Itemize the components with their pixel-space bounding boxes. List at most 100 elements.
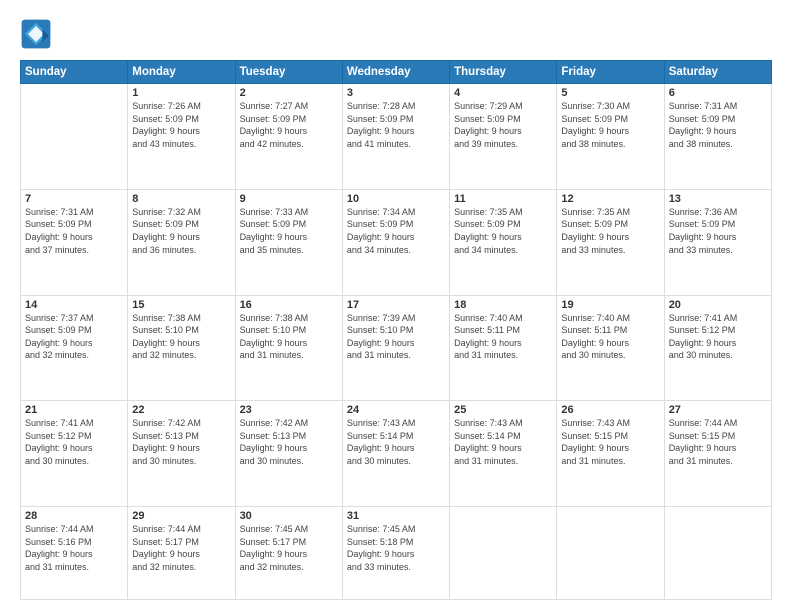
weekday-header-tuesday: Tuesday [235,61,342,84]
day-detail: Sunrise: 7:31 AM Sunset: 5:09 PM Dayligh… [669,100,767,150]
day-number: 4 [454,87,552,99]
day-number: 1 [132,87,230,99]
day-detail: Sunrise: 7:26 AM Sunset: 5:09 PM Dayligh… [132,100,230,150]
day-number: 24 [347,404,445,416]
weekday-header-thursday: Thursday [450,61,557,84]
calendar-cell: 26Sunrise: 7:43 AM Sunset: 5:15 PM Dayli… [557,401,664,507]
page: SundayMondayTuesdayWednesdayThursdayFrid… [0,0,792,612]
day-detail: Sunrise: 7:31 AM Sunset: 5:09 PM Dayligh… [25,206,123,256]
calendar-cell: 30Sunrise: 7:45 AM Sunset: 5:17 PM Dayli… [235,507,342,600]
calendar-cell [664,507,771,600]
weekday-header-wednesday: Wednesday [342,61,449,84]
day-number: 23 [240,404,338,416]
day-number: 16 [240,299,338,311]
calendar-cell: 14Sunrise: 7:37 AM Sunset: 5:09 PM Dayli… [21,295,128,401]
day-detail: Sunrise: 7:42 AM Sunset: 5:13 PM Dayligh… [132,417,230,467]
day-number: 2 [240,87,338,99]
day-number: 30 [240,510,338,522]
day-number: 7 [25,193,123,205]
day-detail: Sunrise: 7:32 AM Sunset: 5:09 PM Dayligh… [132,206,230,256]
day-detail: Sunrise: 7:35 AM Sunset: 5:09 PM Dayligh… [561,206,659,256]
day-detail: Sunrise: 7:44 AM Sunset: 5:16 PM Dayligh… [25,523,123,573]
calendar-cell: 3Sunrise: 7:28 AM Sunset: 5:09 PM Daylig… [342,84,449,190]
day-detail: Sunrise: 7:41 AM Sunset: 5:12 PM Dayligh… [669,312,767,362]
day-detail: Sunrise: 7:43 AM Sunset: 5:14 PM Dayligh… [347,417,445,467]
day-number: 28 [25,510,123,522]
calendar-cell: 2Sunrise: 7:27 AM Sunset: 5:09 PM Daylig… [235,84,342,190]
day-number: 15 [132,299,230,311]
day-number: 8 [132,193,230,205]
day-detail: Sunrise: 7:40 AM Sunset: 5:11 PM Dayligh… [454,312,552,362]
calendar-cell: 11Sunrise: 7:35 AM Sunset: 5:09 PM Dayli… [450,189,557,295]
day-detail: Sunrise: 7:43 AM Sunset: 5:15 PM Dayligh… [561,417,659,467]
calendar-cell: 10Sunrise: 7:34 AM Sunset: 5:09 PM Dayli… [342,189,449,295]
day-detail: Sunrise: 7:28 AM Sunset: 5:09 PM Dayligh… [347,100,445,150]
calendar-cell: 1Sunrise: 7:26 AM Sunset: 5:09 PM Daylig… [128,84,235,190]
calendar-header: SundayMondayTuesdayWednesdayThursdayFrid… [21,61,772,84]
day-number: 5 [561,87,659,99]
calendar-cell [21,84,128,190]
day-detail: Sunrise: 7:40 AM Sunset: 5:11 PM Dayligh… [561,312,659,362]
day-number: 13 [669,193,767,205]
day-number: 31 [347,510,445,522]
logo [20,18,56,50]
day-detail: Sunrise: 7:45 AM Sunset: 5:18 PM Dayligh… [347,523,445,573]
day-number: 22 [132,404,230,416]
calendar-week-3: 21Sunrise: 7:41 AM Sunset: 5:12 PM Dayli… [21,401,772,507]
calendar-cell: 16Sunrise: 7:38 AM Sunset: 5:10 PM Dayli… [235,295,342,401]
calendar-cell [450,507,557,600]
calendar-cell: 24Sunrise: 7:43 AM Sunset: 5:14 PM Dayli… [342,401,449,507]
logo-icon [20,18,52,50]
calendar-table: SundayMondayTuesdayWednesdayThursdayFrid… [20,60,772,600]
day-detail: Sunrise: 7:30 AM Sunset: 5:09 PM Dayligh… [561,100,659,150]
calendar-cell: 12Sunrise: 7:35 AM Sunset: 5:09 PM Dayli… [557,189,664,295]
day-number: 17 [347,299,445,311]
day-detail: Sunrise: 7:39 AM Sunset: 5:10 PM Dayligh… [347,312,445,362]
day-detail: Sunrise: 7:37 AM Sunset: 5:09 PM Dayligh… [25,312,123,362]
day-number: 18 [454,299,552,311]
day-detail: Sunrise: 7:45 AM Sunset: 5:17 PM Dayligh… [240,523,338,573]
header [20,18,772,50]
day-number: 9 [240,193,338,205]
day-detail: Sunrise: 7:29 AM Sunset: 5:09 PM Dayligh… [454,100,552,150]
calendar-cell: 28Sunrise: 7:44 AM Sunset: 5:16 PM Dayli… [21,507,128,600]
calendar-cell: 18Sunrise: 7:40 AM Sunset: 5:11 PM Dayli… [450,295,557,401]
calendar-cell: 31Sunrise: 7:45 AM Sunset: 5:18 PM Dayli… [342,507,449,600]
weekday-header-saturday: Saturday [664,61,771,84]
day-detail: Sunrise: 7:33 AM Sunset: 5:09 PM Dayligh… [240,206,338,256]
day-detail: Sunrise: 7:38 AM Sunset: 5:10 PM Dayligh… [240,312,338,362]
day-number: 11 [454,193,552,205]
calendar-cell: 4Sunrise: 7:29 AM Sunset: 5:09 PM Daylig… [450,84,557,190]
day-number: 10 [347,193,445,205]
day-number: 26 [561,404,659,416]
calendar-week-4: 28Sunrise: 7:44 AM Sunset: 5:16 PM Dayli… [21,507,772,600]
day-detail: Sunrise: 7:43 AM Sunset: 5:14 PM Dayligh… [454,417,552,467]
calendar-cell: 25Sunrise: 7:43 AM Sunset: 5:14 PM Dayli… [450,401,557,507]
calendar-cell: 6Sunrise: 7:31 AM Sunset: 5:09 PM Daylig… [664,84,771,190]
day-number: 20 [669,299,767,311]
day-detail: Sunrise: 7:44 AM Sunset: 5:17 PM Dayligh… [132,523,230,573]
calendar-cell: 27Sunrise: 7:44 AM Sunset: 5:15 PM Dayli… [664,401,771,507]
day-number: 21 [25,404,123,416]
calendar-cell: 23Sunrise: 7:42 AM Sunset: 5:13 PM Dayli… [235,401,342,507]
calendar-cell: 19Sunrise: 7:40 AM Sunset: 5:11 PM Dayli… [557,295,664,401]
calendar-cell: 5Sunrise: 7:30 AM Sunset: 5:09 PM Daylig… [557,84,664,190]
day-number: 29 [132,510,230,522]
calendar-week-2: 14Sunrise: 7:37 AM Sunset: 5:09 PM Dayli… [21,295,772,401]
day-detail: Sunrise: 7:42 AM Sunset: 5:13 PM Dayligh… [240,417,338,467]
calendar-cell: 15Sunrise: 7:38 AM Sunset: 5:10 PM Dayli… [128,295,235,401]
day-number: 19 [561,299,659,311]
day-number: 27 [669,404,767,416]
day-detail: Sunrise: 7:35 AM Sunset: 5:09 PM Dayligh… [454,206,552,256]
day-detail: Sunrise: 7:34 AM Sunset: 5:09 PM Dayligh… [347,206,445,256]
weekday-header-monday: Monday [128,61,235,84]
calendar-cell: 13Sunrise: 7:36 AM Sunset: 5:09 PM Dayli… [664,189,771,295]
weekday-header-friday: Friday [557,61,664,84]
calendar-cell: 7Sunrise: 7:31 AM Sunset: 5:09 PM Daylig… [21,189,128,295]
day-detail: Sunrise: 7:44 AM Sunset: 5:15 PM Dayligh… [669,417,767,467]
day-number: 25 [454,404,552,416]
calendar-cell: 17Sunrise: 7:39 AM Sunset: 5:10 PM Dayli… [342,295,449,401]
calendar-body: 1Sunrise: 7:26 AM Sunset: 5:09 PM Daylig… [21,84,772,600]
calendar-cell: 21Sunrise: 7:41 AM Sunset: 5:12 PM Dayli… [21,401,128,507]
weekday-header-row: SundayMondayTuesdayWednesdayThursdayFrid… [21,61,772,84]
